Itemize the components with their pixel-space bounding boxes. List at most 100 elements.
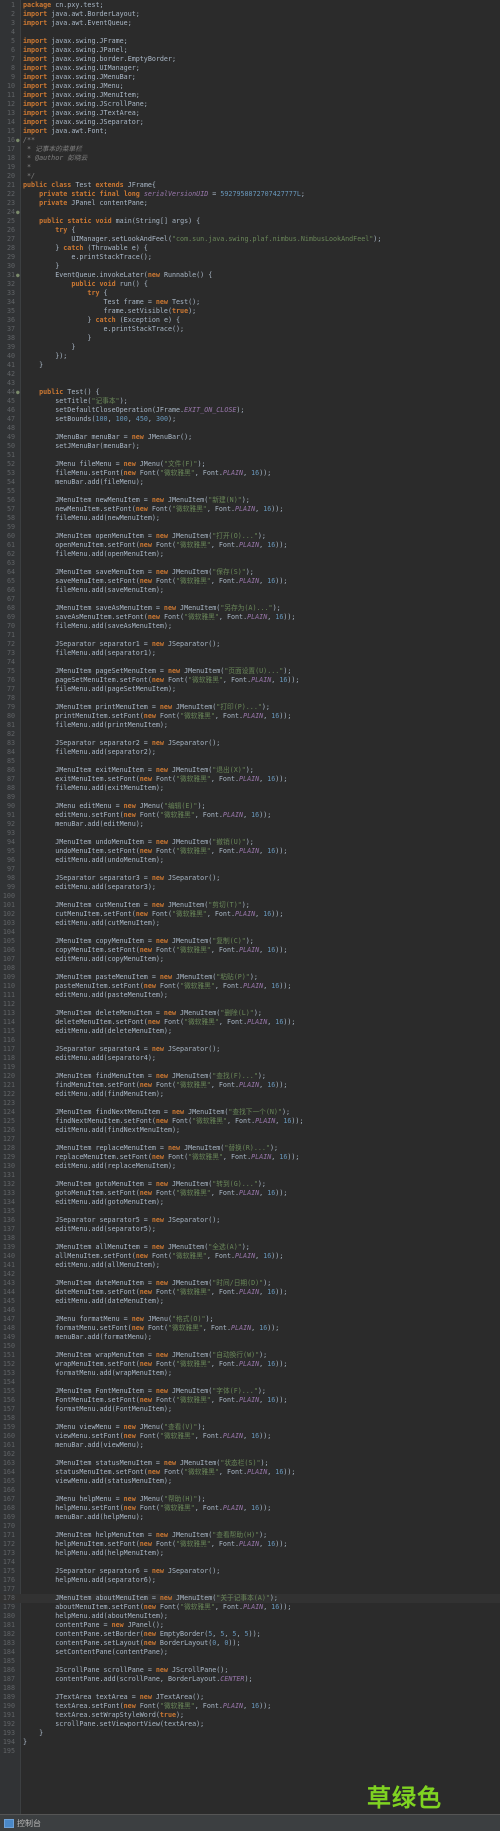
code-line[interactable]: 124 JMenuItem findNextMenuItem = new JMe… (0, 1108, 500, 1117)
code-line[interactable]: 53 fileMenu.setFont(new Font("微软雅黑", Fon… (0, 469, 500, 478)
code-line[interactable]: 120 JMenuItem findMenuItem = new JMenuIt… (0, 1072, 500, 1081)
code-line[interactable]: 82 (0, 730, 500, 739)
code-line[interactable]: 162 (0, 1450, 500, 1459)
code-line[interactable]: 185 (0, 1657, 500, 1666)
code-line[interactable]: 96 editMenu.add(undoMenuItem); (0, 856, 500, 865)
code-line[interactable]: 77 fileMenu.add(pageSetMenuItem); (0, 685, 500, 694)
code-line[interactable]: 139 JMenuItem allMenuItem = new JMenuIte… (0, 1243, 500, 1252)
code-line[interactable]: 179 aboutMenuItem.setFont(new Font("微软雅黑… (0, 1603, 500, 1612)
code-line[interactable]: 65 saveMenuItem.setFont(new Font("微软雅黑",… (0, 577, 500, 586)
code-line[interactable]: 170 (0, 1522, 500, 1531)
code-line[interactable]: 5 import javax.swing.JFrame; (0, 37, 500, 46)
code-line[interactable]: 7 import javax.swing.border.EmptyBorder; (0, 55, 500, 64)
code-line[interactable]: 106 copyMenuItem.setFont(new Font("微软雅黑"… (0, 946, 500, 955)
code-line[interactable]: 30 } (0, 262, 500, 271)
code-line[interactable]: 165 viewMenu.add(statusMenuItem); (0, 1477, 500, 1486)
code-line[interactable]: 132 JMenuItem gotoMenuItem = new JMenuIt… (0, 1180, 500, 1189)
code-line[interactable]: 25 public static void main(String[] args… (0, 217, 500, 226)
code-line[interactable]: 88 fileMenu.add(exitMenuItem); (0, 784, 500, 793)
code-line[interactable]: 15 import java.awt.Font; (0, 127, 500, 136)
code-line[interactable]: 93 (0, 829, 500, 838)
code-line[interactable]: 11 import javax.swing.JMenuItem; (0, 91, 500, 100)
code-line[interactable]: 155 JMenuItem FontMenuItem = new JMenuIt… (0, 1387, 500, 1396)
code-line[interactable]: 172 helpMenuItem.setFont(new Font("微软雅黑"… (0, 1540, 500, 1549)
code-editor[interactable]: 1 package cn.pxy.test; 2 import java.awt.Bo… (0, 0, 500, 1814)
code-line[interactable]: 81 fileMenu.add(printMenuItem); (0, 721, 500, 730)
code-line[interactable]: 33 try { (0, 289, 500, 298)
code-line[interactable]: 186 JScrollPane scrollPane = new JScroll… (0, 1666, 500, 1675)
code-line[interactable]: 10 import javax.swing.JMenu; (0, 82, 500, 91)
code-line[interactable]: 95 undoMenuItem.setFont(new Font("微软雅黑",… (0, 847, 500, 856)
code-line[interactable]: 161 menuBar.add(viewMenu); (0, 1441, 500, 1450)
code-line[interactable]: 111 editMenu.add(pasteMenuItem); (0, 991, 500, 1000)
code-line[interactable]: 146 (0, 1306, 500, 1315)
code-line[interactable]: 164 statusMenuItem.setFont(new Font("微软雅… (0, 1468, 500, 1477)
code-line[interactable]: 79 JMenuItem printMenuItem = new JMenuIt… (0, 703, 500, 712)
code-line[interactable]: 60 JMenuItem openMenuItem = new JMenuIte… (0, 532, 500, 541)
code-line[interactable]: 191 textArea.setWrapStyleWord(true); (0, 1711, 500, 1720)
fold-marker-icon[interactable]: ● (16, 208, 20, 217)
code-line[interactable]: 72 JSeparator separator1 = new JSeparato… (0, 640, 500, 649)
code-line[interactable]: 67 (0, 595, 500, 604)
code-line[interactable]: 80 printMenuItem.setFont(new Font("微软雅黑"… (0, 712, 500, 721)
code-line[interactable]: 76 pageSetMenuItem.setFont(new Font("微软雅… (0, 676, 500, 685)
code-line[interactable]: 158 (0, 1414, 500, 1423)
code-line[interactable]: 58 fileMenu.add(newMenuItem); (0, 514, 500, 523)
code-line[interactable]: 115 editMenu.add(deleteMenuItem); (0, 1027, 500, 1036)
code-line[interactable]: 171 JMenuItem helpMenuItem = new JMenuIt… (0, 1531, 500, 1540)
code-line[interactable]: 167 JMenu helpMenu = new JMenu("帮助(H)"); (0, 1495, 500, 1504)
code-line[interactable]: 192 scrollPane.setViewportView(textArea)… (0, 1720, 500, 1729)
code-line[interactable]: 104 (0, 928, 500, 937)
code-line[interactable]: 110 pasteMenuItem.setFont(new Font("微软雅黑… (0, 982, 500, 991)
code-line[interactable]: 118 editMenu.add(separator4); (0, 1054, 500, 1063)
code-line[interactable]: 71 (0, 631, 500, 640)
code-line[interactable]: 4 (0, 28, 500, 37)
code-line[interactable]: 183 contentPane.setLayout(new BorderLayo… (0, 1639, 500, 1648)
code-line[interactable]: 148 formatMenu.setFont(new Font("微软雅黑", … (0, 1324, 500, 1333)
code-line[interactable]: 63 (0, 559, 500, 568)
code-line[interactable]: 1 package cn.pxy.test; (0, 1, 500, 10)
code-line[interactable]: 94 JMenuItem undoMenuItem = new JMenuIte… (0, 838, 500, 847)
code-line[interactable]: 3 import java.awt.EventQueue; (0, 19, 500, 28)
code-line[interactable]: 68 JMenuItem saveAsMenuItem = new JMenuI… (0, 604, 500, 613)
code-line[interactable]: 112 (0, 1000, 500, 1009)
code-line[interactable]: 97 (0, 865, 500, 874)
code-line[interactable]: 44 ● public Test() { (0, 388, 500, 397)
code-line[interactable]: 163 JMenuItem statusMenuItem = new JMenu… (0, 1459, 500, 1468)
console-tab[interactable]: 控制台 (4, 1818, 41, 1829)
code-line[interactable]: 22 private static final long serialVersi… (0, 190, 500, 199)
code-line[interactable]: 28 } catch (Throwable e) { (0, 244, 500, 253)
code-line[interactable]: 57 newMenuItem.setFont(new Font("微软雅黑", … (0, 505, 500, 514)
code-line[interactable]: 91 editMenu.setFont(new Font("微软雅黑", Fon… (0, 811, 500, 820)
code-line[interactable]: 27 UIManager.setLookAndFeel("com.sun.jav… (0, 235, 500, 244)
code-line[interactable]: 34 Test frame = new Test(); (0, 298, 500, 307)
code-line[interactable]: 89 (0, 793, 500, 802)
code-line[interactable]: 154 (0, 1378, 500, 1387)
code-line[interactable]: 36 } catch (Exception e) { (0, 316, 500, 325)
code-line[interactable]: 119 (0, 1063, 500, 1072)
code-line[interactable]: 134 editMenu.add(gotoMenuItem); (0, 1198, 500, 1207)
code-line[interactable]: 149 menuBar.add(formatMenu); (0, 1333, 500, 1342)
code-line[interactable]: 38 } (0, 334, 500, 343)
code-line[interactable]: 173 helpMenu.add(helpMenuItem); (0, 1549, 500, 1558)
code-line[interactable]: 62 fileMenu.add(openMenuItem); (0, 550, 500, 559)
code-line[interactable]: 140 allMenuItem.setFont(new Font("微软雅黑",… (0, 1252, 500, 1261)
code-line[interactable]: 147 JMenu formatMenu = new JMenu("格式(O)"… (0, 1315, 500, 1324)
code-line[interactable]: 130 editMenu.add(replaceMenuItem); (0, 1162, 500, 1171)
fold-marker-icon[interactable]: ● (16, 388, 20, 397)
code-line[interactable]: 56 JMenuItem newMenuItem = new JMenuItem… (0, 496, 500, 505)
code-line[interactable]: 168 helpMenu.setFont(new Font("微软雅黑", Fo… (0, 1504, 500, 1513)
code-line[interactable]: 83 JSeparator separator2 = new JSeparato… (0, 739, 500, 748)
code-line[interactable]: 103 editMenu.add(cutMenuItem); (0, 919, 500, 928)
code-line[interactable]: 114 deleteMenuItem.setFont(new Font("微软雅… (0, 1018, 500, 1027)
code-line[interactable]: 116 (0, 1036, 500, 1045)
code-line[interactable]: 125 findNextMenuItem.setFont(new Font("微… (0, 1117, 500, 1126)
code-line[interactable]: 141 editMenu.add(allMenuItem); (0, 1261, 500, 1270)
code-line[interactable]: 54 menuBar.add(fileMenu); (0, 478, 500, 487)
code-line[interactable]: 37 e.printStackTrace(); (0, 325, 500, 334)
code-line[interactable]: 189 JTextArea textArea = new JTextArea()… (0, 1693, 500, 1702)
code-line[interactable]: 153 formatMenu.add(wrapMenuItem); (0, 1369, 500, 1378)
code-line[interactable]: 133 gotoMenuItem.setFont(new Font("微软雅黑"… (0, 1189, 500, 1198)
code-line[interactable]: 109 JMenuItem pasteMenuItem = new JMenuI… (0, 973, 500, 982)
code-line[interactable]: 194} (0, 1738, 500, 1747)
